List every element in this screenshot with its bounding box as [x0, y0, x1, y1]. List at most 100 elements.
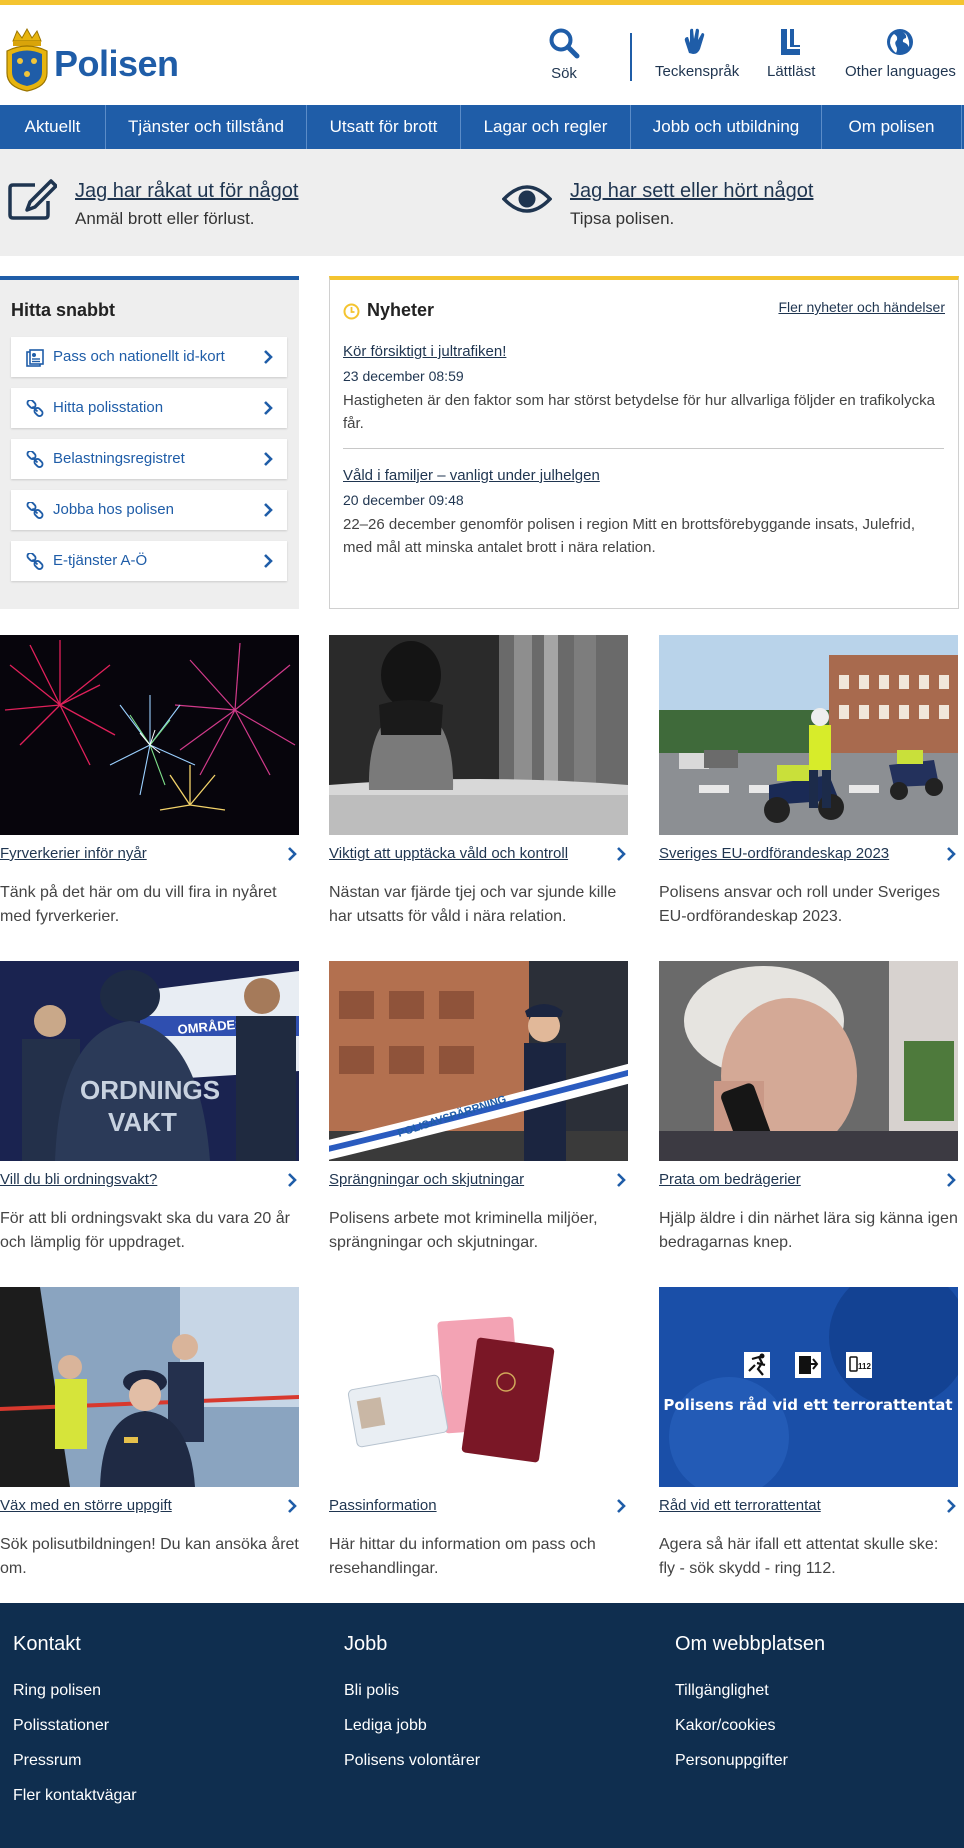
footer-link[interactable]: Tillgänglighet: [675, 1682, 825, 1717]
footer-link[interactable]: Ring polisen: [13, 1682, 137, 1717]
action-band: Jag har råkat ut för något Anmäl brott e…: [0, 149, 964, 256]
quick-links-heading: Hitta snabbt: [11, 300, 116, 320]
card-description: Här hittar du information om pass och re…: [329, 1536, 596, 1577]
news-item-title[interactable]: Kör försiktigt i jultrafiken!: [343, 343, 506, 360]
more-news-link[interactable]: Fler nyheter och händelser: [778, 299, 945, 315]
news-divider: [343, 448, 944, 449]
news-item-title[interactable]: Våld i familjer – vanligt under julhelge…: [343, 467, 600, 484]
other-languages-button[interactable]: Other languages: [845, 27, 956, 80]
site-header: Polisen Sök Teckenspråk Lättläst Other l…: [0, 5, 964, 105]
chevron-right-icon: [947, 847, 956, 861]
card-description: Polisens ansvar och roll under Sveriges …: [659, 884, 941, 925]
chevron-right-icon: [947, 1173, 956, 1187]
main-navigation: Aktuellt Tjänster och tillstånd Utsatt f…: [0, 105, 964, 149]
footer-link[interactable]: Lediga jobb: [344, 1717, 480, 1752]
sign-language-icon: [684, 28, 705, 54]
card-title[interactable]: Vill du bli ordningsvakt?: [0, 1171, 157, 1188]
other-languages-label: Other languages: [845, 63, 956, 80]
easy-read-label: Lättläst: [767, 63, 816, 80]
card-title[interactable]: Väx med en större uppgift: [0, 1497, 172, 1514]
search-label: Sök: [551, 65, 577, 82]
vest-text-line1: ORDNINGS: [80, 1075, 220, 1105]
card-title[interactable]: Prata om bedrägerier: [659, 1171, 801, 1188]
card-title[interactable]: Viktigt att upptäcka våld och kontroll: [329, 845, 568, 862]
card-description: Tänk på det här om du vill fira in nyåre…: [0, 884, 277, 925]
chevron-right-icon: [617, 847, 626, 861]
chevron-right-icon: [264, 350, 273, 364]
tip-police-link[interactable]: Jag har sett eller hört något: [570, 180, 813, 203]
chevron-right-icon: [947, 1499, 956, 1513]
footer-link[interactable]: Bli polis: [344, 1682, 480, 1717]
terror-banner-text: Polisens råd vid ett terrorattentat: [663, 1396, 952, 1414]
chevron-right-icon: [617, 1173, 626, 1187]
header-divider: [630, 33, 632, 81]
quick-link-jobba[interactable]: Jobba hos polisen: [11, 490, 287, 530]
report-crime-subtitle: Anmäl brott eller förlust.: [75, 209, 255, 228]
footer-heading: Jobb: [344, 1633, 388, 1655]
footer-link[interactable]: Polisstationer: [13, 1717, 137, 1752]
tip-police-subtitle: Tipsa polisen.: [570, 209, 675, 228]
quick-link-label: Hitta polisstation: [53, 399, 164, 416]
nav-item-aktuellt[interactable]: Aktuellt: [0, 105, 106, 149]
card-title[interactable]: Sveriges EU-ordförandeskap 2023: [659, 845, 889, 862]
nav-item-jobb[interactable]: Jobb och utbildning: [631, 105, 822, 149]
search-icon: [549, 28, 580, 59]
footer-link[interactable]: Kakor/cookies: [675, 1717, 825, 1752]
report-crime-link[interactable]: Jag har råkat ut för något: [75, 180, 298, 203]
link-icon: [26, 502, 44, 519]
edit-form-icon: [8, 179, 57, 220]
chevron-right-icon: [288, 1499, 297, 1513]
vest-text-line2: VAKT: [108, 1107, 177, 1137]
card-description: Nästan var fjärde tjej och var sjunde ki…: [329, 884, 617, 925]
chevron-right-icon: [264, 401, 273, 415]
footer-heading: Om webbplatsen: [675, 1633, 826, 1655]
sign-language-button[interactable]: Teckenspråk: [655, 27, 739, 80]
footer-column-om-webbplatsen: Om webbplatsen Tillgänglighet Kakor/cook…: [675, 1633, 825, 1787]
nav-item-lagar[interactable]: Lagar och regler: [461, 105, 631, 149]
quick-link-polisstation[interactable]: Hitta polisstation: [11, 388, 287, 428]
passports-image: [329, 1287, 628, 1487]
card-title[interactable]: Sprängningar och skjutningar: [329, 1171, 524, 1188]
link-icon: [26, 451, 44, 468]
card-description: Polisens arbete mot kriminella miljöer, …: [329, 1210, 598, 1251]
card-description: Agera så här ifall ett attentat skulle s…: [659, 1536, 939, 1577]
call-112-text: 112: [858, 1362, 871, 1371]
news-item-date: 20 december 09:48: [343, 492, 464, 508]
footer-link[interactable]: Pressrum: [13, 1752, 137, 1787]
footer-link[interactable]: Personuppgifter: [675, 1752, 825, 1787]
quick-link-etjanster[interactable]: E-tjänster A-Ö: [11, 541, 287, 581]
quick-link-pass[interactable]: Pass och nationellt id-kort: [11, 337, 287, 377]
news-item-text: Hastigheten är den faktor som har störst…: [343, 392, 935, 432]
nav-item-om-polisen[interactable]: Om polisen: [822, 105, 962, 149]
terror-advice-image: 112 Polisens råd vid ett terrorattentat: [659, 1287, 958, 1487]
card-title[interactable]: Fyrverkerier inför nyår: [0, 845, 147, 862]
card-description: För att bli ordningsvakt ska du vara 20 …: [0, 1210, 290, 1251]
clock-icon: [343, 303, 360, 320]
search-button[interactable]: Sök: [548, 27, 580, 82]
chevron-right-icon: [264, 452, 273, 466]
card-title[interactable]: Passinformation: [329, 1497, 437, 1514]
globe-icon: [887, 29, 914, 55]
police-tape-image: POLISAVSPÄRRNING: [329, 961, 628, 1161]
easy-read-icon: [781, 29, 801, 55]
nav-item-utsatt[interactable]: Utsatt för brott: [307, 105, 461, 149]
id-card-icon: [26, 349, 44, 367]
logo-wordmark[interactable]: Polisen: [54, 43, 179, 85]
card-title[interactable]: Råd vid ett terrorattentat: [659, 1497, 821, 1514]
police-crest-logo[interactable]: [3, 27, 51, 93]
eye-icon: [502, 185, 552, 213]
footer-column-kontakt: Kontakt Ring polisen Polisstationer Pres…: [13, 1633, 137, 1822]
footer-link[interactable]: Fler kontaktvägar: [13, 1787, 137, 1822]
quick-links-panel: Hitta snabbt Pass och nationellt id-kort…: [0, 276, 299, 609]
nav-item-tjanster[interactable]: Tjänster och tillstånd: [106, 105, 307, 149]
quick-link-belastningsregistret[interactable]: Belastningsregistret: [11, 439, 287, 479]
chevron-right-icon: [617, 1499, 626, 1513]
quick-link-label: Pass och nationellt id-kort: [53, 348, 225, 365]
police-motorcycles-image: [659, 635, 958, 835]
news-item-text: 22–26 december genomför polisen i region…: [343, 516, 915, 556]
chevron-right-icon: [264, 503, 273, 517]
chevron-right-icon: [288, 1173, 297, 1187]
quick-link-label: E-tjänster A-Ö: [53, 552, 148, 569]
easy-read-button[interactable]: Lättläst: [767, 27, 815, 80]
footer-link[interactable]: Polisens volontärer: [344, 1752, 480, 1787]
